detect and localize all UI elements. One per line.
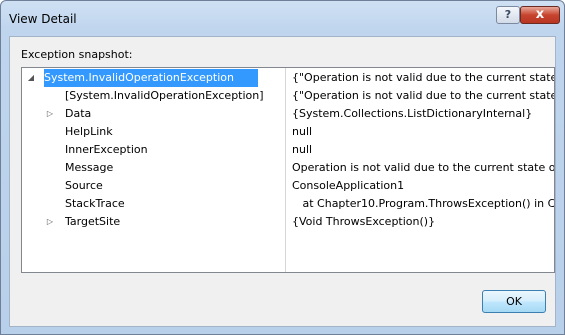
row-name: StackTrace (65, 197, 125, 210)
view-detail-window: View Detail ? x Exception snapshot: ◢ Sy… (0, 0, 565, 335)
grid-row-root[interactable]: ◢ System.InvalidOperationException {"Ope… (22, 69, 555, 87)
row-name: TargetSite (65, 215, 121, 228)
row-value: {"Operation is not valid due to the curr… (292, 89, 555, 102)
row-value: {System.Collections.ListDictionaryIntern… (292, 107, 533, 120)
row-name: Data (65, 107, 92, 120)
grid-row[interactable]: Message Operation is not valid due to th… (22, 159, 555, 177)
grid-row[interactable]: [System.InvalidOperationException] {"Ope… (22, 87, 555, 105)
row-value: null (292, 143, 313, 156)
grid-row[interactable]: StackTrace at Chapter10.Program.ThrowsEx… (22, 195, 555, 213)
row-value: null (292, 125, 313, 138)
grid-row[interactable]: ▷ TargetSite {Void ThrowsException()} (22, 213, 554, 231)
grid-row[interactable]: InnerException null (22, 141, 554, 159)
grid-row[interactable]: Source ConsoleApplication1 (22, 177, 554, 195)
help-button[interactable]: ? (496, 6, 520, 24)
row-name: HelpLink (65, 125, 113, 138)
row-name: Source (65, 179, 103, 192)
ok-button[interactable]: OK (482, 290, 546, 313)
row-value: ConsoleApplication1 (292, 179, 405, 192)
row-value: {Void ThrowsException()} (292, 215, 436, 228)
row-name: [System.InvalidOperationException] (65, 89, 264, 102)
help-icon: ? (504, 8, 512, 21)
grid-row[interactable]: HelpLink null (22, 123, 554, 141)
row-name: Message (65, 161, 114, 174)
title-bar[interactable]: View Detail ? x (1, 1, 564, 35)
row-value: at Chapter10.Program.ThrowsException() i… (292, 197, 555, 210)
row-value: {"Operation is not valid due to the curr… (292, 71, 555, 84)
collapse-triangle-icon[interactable]: ◢ (24, 69, 38, 87)
expand-triangle-icon[interactable]: ▷ (43, 105, 57, 123)
expand-triangle-icon[interactable]: ▷ (43, 213, 57, 231)
dialog-client-area: Exception snapshot: ◢ System.InvalidOper… (9, 36, 556, 327)
exception-snapshot-label: Exception snapshot: (21, 48, 133, 61)
window-title: View Detail (9, 12, 77, 26)
grid-row[interactable]: ▷ Data {System.Collections.ListDictionar… (22, 105, 554, 123)
close-icon: x (535, 7, 545, 22)
close-button[interactable]: x (520, 6, 560, 24)
row-name: System.InvalidOperationException (44, 69, 258, 87)
row-name: InnerException (65, 143, 148, 156)
exception-property-grid[interactable]: ◢ System.InvalidOperationException {"Ope… (21, 67, 555, 273)
row-value: Operation is not valid due to the curren… (292, 161, 555, 174)
